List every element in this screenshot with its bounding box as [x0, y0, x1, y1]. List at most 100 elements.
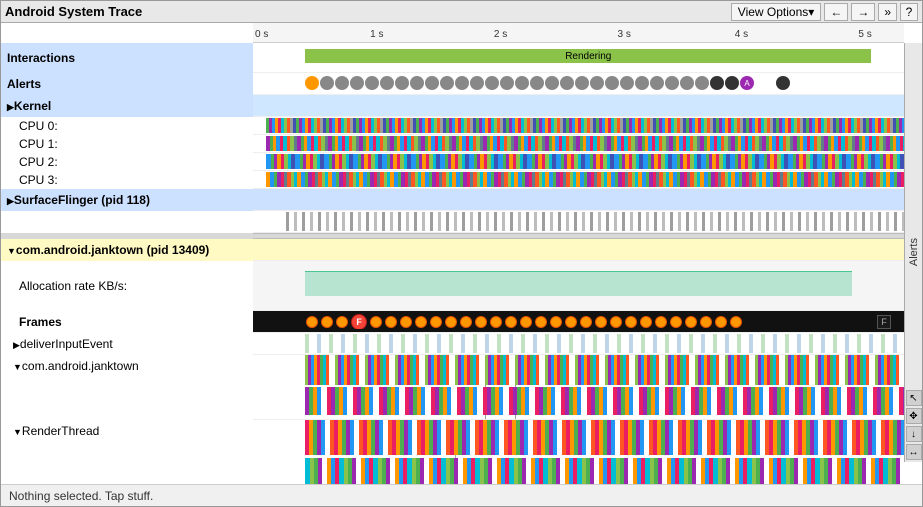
frame-15: [535, 316, 547, 328]
surfaceflinger-header-track: [253, 189, 904, 211]
rendering-bar: Rendering: [305, 49, 871, 63]
frame-f1: F: [351, 314, 367, 329]
timeline-header: 0 s 1 s 2 s 3 s 4 s 5 s: [253, 23, 904, 43]
cpu3-track: [253, 171, 904, 189]
frame-7: [415, 316, 427, 328]
render-bars-top: [305, 420, 904, 455]
frame-13: [505, 316, 517, 328]
title-controls: View Options▾ ← → » ?: [731, 3, 918, 21]
cpu2-label: CPU 2:: [1, 153, 253, 171]
janktown-label[interactable]: com.android.janktown (pid 13409): [1, 239, 253, 261]
cpu1-track: [253, 135, 904, 153]
frame-27: [715, 316, 727, 328]
tick-0s: 0 s: [255, 29, 268, 40]
frame-17: [565, 316, 577, 328]
frame-23: [655, 316, 667, 328]
janktown-bars-bottom: [305, 387, 904, 415]
alert-circle-8: [410, 76, 424, 90]
cpu1-label: CPU 1:: [1, 135, 253, 153]
alert-circle-16: [530, 76, 544, 90]
alert-circle-24: [650, 76, 664, 90]
alert-circle-19: [575, 76, 589, 90]
janktown-thread-content: [305, 355, 904, 419]
frame-2: [321, 316, 333, 328]
zoom-in-tool[interactable]: ↓: [906, 426, 922, 442]
janktown-thread-label[interactable]: com.android.janktown: [1, 355, 253, 420]
alerts-label: Alerts: [1, 73, 253, 95]
alert-circle-31: [776, 76, 790, 90]
alert-circle-22: [620, 76, 634, 90]
render-bars-bottom: [305, 458, 904, 484]
scroll-tools: ↖ ✥ ↓ ↔: [904, 388, 922, 462]
alert-circle-11: [455, 76, 469, 90]
alert-circle-7: [395, 76, 409, 90]
frame-28: [730, 316, 742, 328]
alert-circle-3: [335, 76, 349, 90]
alerts-track: A: [253, 73, 904, 95]
tick-2s: 2 s: [494, 29, 507, 40]
frame-14: [520, 316, 532, 328]
frame-16: [550, 316, 562, 328]
cpu0-track: [253, 117, 904, 135]
kernel-label[interactable]: Kernel: [1, 95, 253, 117]
alert-circle-13: [485, 76, 499, 90]
alert-circle-30: A: [740, 76, 754, 90]
tick-1s: 1 s: [370, 29, 383, 40]
alert-circle-9: [425, 76, 439, 90]
nav-double-right-button[interactable]: »: [878, 3, 897, 21]
alert-circle-27: [695, 76, 709, 90]
frame-22: [640, 316, 652, 328]
status-bar: Nothing selected. Tap stuff.: [1, 484, 922, 506]
frame-11: [475, 316, 487, 328]
frame-5: [385, 316, 397, 328]
alert-circle-23: [635, 76, 649, 90]
frame-6: [400, 316, 412, 328]
frame-19: [595, 316, 607, 328]
alert-circle-2: [320, 76, 334, 90]
alert-circle-5: [365, 76, 379, 90]
alert-circle-18: [560, 76, 574, 90]
tick-5s: 5 s: [858, 29, 871, 40]
status-message: Nothing selected. Tap stuff.: [9, 489, 153, 503]
tick-4s: 4 s: [735, 29, 748, 40]
frame-end-marker: F: [877, 315, 891, 329]
pan-tool[interactable]: ✥: [906, 408, 922, 424]
deliver-bars: [305, 334, 904, 353]
renderthread-content: [305, 420, 904, 484]
frame-9: [445, 316, 457, 328]
janktown-arrow: [7, 243, 16, 257]
nav-left-button[interactable]: ←: [824, 3, 848, 21]
alert-circle-6: [380, 76, 394, 90]
renderthread-arrow: [13, 424, 22, 438]
alert-circle-20: [590, 76, 604, 90]
alert-circle-14: [500, 76, 514, 90]
deliver-input-label[interactable]: deliverInputEvent: [1, 333, 253, 355]
kernel-arrow: [7, 99, 14, 113]
surfaceflinger-label[interactable]: SurfaceFlinger (pid 118): [1, 189, 253, 211]
cpu0-label: CPU 0:: [1, 117, 253, 135]
alert-circle-26: [680, 76, 694, 90]
view-options-button[interactable]: View Options▾: [731, 3, 822, 21]
alert-circle-29: [725, 76, 739, 90]
surfaceflinger-data-track: [253, 211, 904, 233]
labels-column: Interactions Alerts Kernel CPU 0: CPU 1:: [1, 43, 253, 484]
frame-26: [700, 316, 712, 328]
help-button[interactable]: ?: [900, 3, 918, 21]
janktown-thread-track: [253, 355, 904, 420]
surfaceflinger-track-label: [1, 211, 253, 233]
deliver-track: [253, 333, 904, 355]
alert-circle-15: [515, 76, 529, 90]
allocation-graph: [305, 271, 852, 296]
allocation-rate-label: Allocation rate KB/s:: [1, 261, 253, 311]
cpu3-label: CPU 3:: [1, 171, 253, 189]
zoom-fit-tool[interactable]: ↔: [906, 444, 922, 460]
renderthread-track: [253, 420, 904, 484]
pointer-tool[interactable]: ↖: [906, 390, 922, 406]
renderthread-label[interactable]: RenderThread: [1, 420, 253, 484]
content-area[interactable]: Interactions Alerts Kernel CPU 0: CPU 1:: [1, 43, 922, 484]
cpu2-track: [253, 153, 904, 171]
nav-right-button[interactable]: →: [851, 3, 875, 21]
janktown-bars-top: [305, 355, 904, 385]
tick-3s: 3 s: [618, 29, 631, 40]
frame-4: [370, 316, 382, 328]
